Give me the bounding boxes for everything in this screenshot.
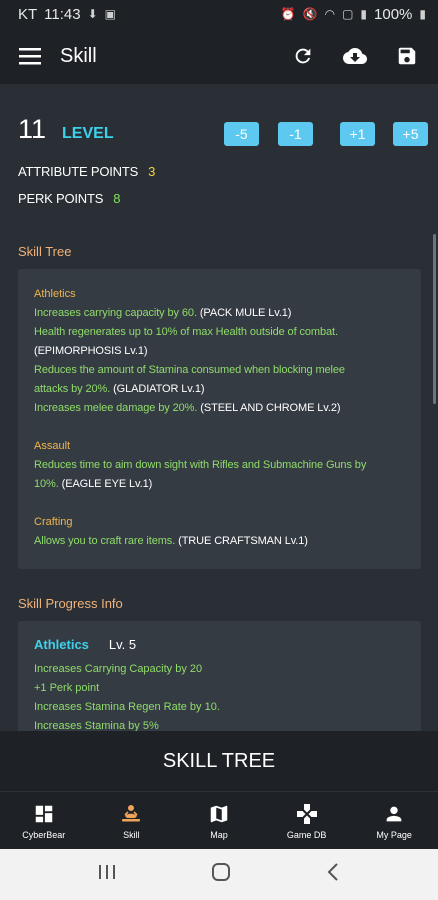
nav-label: My Page [376, 829, 412, 840]
dashboard-icon [32, 802, 56, 826]
download-icon: ⬇ [87, 7, 98, 21]
back-icon [327, 863, 339, 881]
signal-icon: ▮ [360, 7, 368, 21]
category-title: Crafting [34, 516, 73, 528]
skill-tree-card: Athletics Increases carrying capacity by… [18, 269, 421, 569]
hamburger-icon [19, 48, 41, 65]
nav-label: Skill [123, 829, 140, 840]
nfc-icon: ▢ [342, 7, 354, 21]
skill-tree-heading: Skill Tree [18, 244, 72, 259]
app-bar: Skill [0, 28, 438, 84]
page-title: Skill [60, 44, 97, 67]
skill-line: Health regenerates up to 10% of max Heal… [34, 326, 338, 338]
carrier-label: KT [18, 5, 38, 23]
bottom-navigation: CyberBear Skill Map Game DB My Page [0, 791, 438, 849]
skill-line: (EPIMORPHOSIS Lv.1) [34, 345, 148, 357]
nav-label: Game DB [286, 829, 327, 840]
progress-line: +1 Perk point [34, 682, 100, 694]
skill-line: 10%. (EAGLE EYE Lv.1) [34, 478, 153, 490]
home-icon [211, 863, 230, 881]
battery-percent: 100% [374, 5, 413, 23]
level-value: 11 [18, 114, 47, 144]
skill-line: attacks by 20%. (GLADIATOR Lv.1) [34, 383, 205, 395]
progress-skill-name: Athletics [34, 637, 89, 652]
skill-line: Reduces the amount of Stamina consumed w… [34, 364, 345, 376]
system-navigation-bar [0, 849, 438, 900]
menu-button[interactable] [0, 28, 60, 84]
attribute-points-label: ATTRIBUTE POINTS [18, 164, 139, 179]
cloud-download-icon [343, 48, 367, 64]
perk-points-row: PERK POINTS 8 [18, 191, 120, 206]
back-button[interactable] [326, 862, 340, 887]
nav-item-my-page[interactable]: My Page [350, 792, 438, 849]
nav-item-game-db[interactable]: Game DB [263, 792, 351, 849]
perk-points-value: 8 [113, 191, 121, 206]
skill-line: Increases carrying capacity by 60. (PACK… [34, 307, 292, 319]
level-display: 11 LEVEL [18, 114, 114, 145]
attribute-points-value: 3 [148, 164, 156, 179]
wifi-icon: ◠ [324, 7, 336, 21]
nav-label: Map [210, 829, 228, 840]
progress-line: Increases Carrying Capacity by 20 [34, 663, 203, 675]
save-icon [398, 47, 416, 65]
level-minus-5-button[interactable]: -5 [224, 122, 259, 146]
nav-item-cyberbear[interactable]: CyberBear [0, 792, 88, 849]
scrollbar[interactable] [433, 234, 436, 404]
save-button[interactable] [384, 33, 430, 79]
nav-item-map[interactable]: Map [175, 792, 263, 849]
skill-progress-card: Athletics Lv. 5 Increases Carrying Capac… [18, 621, 421, 731]
category-title: Assault [34, 440, 71, 452]
category-title: Athletics [34, 288, 76, 300]
gallery-icon: ▣ [104, 7, 117, 21]
skill-progress-heading: Skill Progress Info [18, 596, 123, 611]
status-bar: KT 11:43 ⬇ ▣ ⏰ 🔇 ◠ ▢ ▮ 100% ▮ [0, 0, 438, 28]
alarm-icon: ⏰ [280, 7, 296, 21]
skill-line: Allows you to craft rare items. (TRUE CR… [34, 535, 308, 547]
battery-icon: ▮ [419, 7, 426, 21]
level-minus-1-button[interactable]: -1 [278, 122, 313, 146]
recent-apps-icon [98, 865, 115, 879]
refresh-button[interactable] [280, 33, 326, 79]
skill-icon [119, 802, 143, 826]
nav-label: CyberBear [22, 829, 66, 840]
progress-line: Increases Stamina by 5% [34, 720, 159, 731]
nav-item-skill[interactable]: Skill [88, 792, 176, 849]
map-icon [207, 802, 231, 826]
skill-line: Reduces time to aim down sight with Rifl… [34, 459, 367, 471]
level-plus-1-button[interactable]: +1 [340, 122, 375, 146]
skill-line: Increases melee damage by 20%. (STEEL AN… [34, 402, 341, 414]
attribute-points-row: ATTRIBUTE POINTS 3 [18, 164, 155, 179]
clock: 11:43 [44, 5, 81, 23]
perk-points-label: PERK POINTS [18, 191, 104, 206]
recent-apps-button[interactable] [98, 864, 116, 885]
skill-tree-button[interactable]: SKILL TREE [0, 731, 438, 791]
level-plus-5-button[interactable]: +5 [393, 122, 428, 146]
cloud-download-button[interactable] [332, 33, 378, 79]
person-icon [382, 802, 406, 826]
progress-skill-level: Lv. 5 [108, 637, 137, 652]
progress-line: Increases Stamina Regen Rate by 10. [34, 701, 220, 713]
home-button[interactable] [211, 862, 231, 887]
skill-content[interactable]: 11 LEVEL -5 -1 +1 +5 ATTRIBUTE POINTS 3 … [0, 84, 438, 731]
level-label: LEVEL [62, 125, 114, 142]
gamepad-icon [295, 802, 319, 826]
mute-icon: 🔇 [302, 7, 318, 21]
refresh-icon [295, 48, 311, 64]
